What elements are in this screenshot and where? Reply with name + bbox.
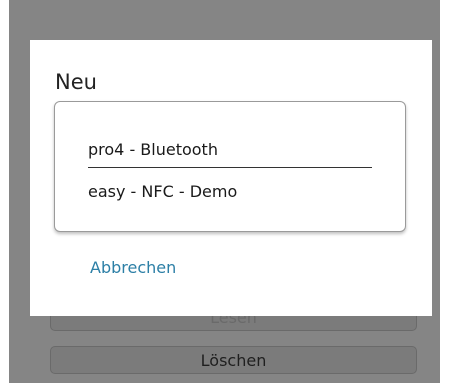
left-margin bbox=[0, 0, 9, 383]
dialog-title: Neu bbox=[55, 70, 97, 94]
cancel-button[interactable]: Abbrechen bbox=[90, 258, 176, 277]
new-device-dialog: Neu pro4 - Bluetooth easy - NFC - Demo A… bbox=[30, 40, 432, 316]
list-item-easy-nfc-demo[interactable]: easy - NFC - Demo bbox=[88, 182, 372, 201]
right-margin bbox=[440, 0, 449, 383]
delete-button: Löschen bbox=[50, 346, 417, 374]
list-item-pro4-bluetooth[interactable]: pro4 - Bluetooth bbox=[88, 140, 372, 168]
device-list: pro4 - Bluetooth easy - NFC - Demo bbox=[54, 101, 406, 232]
